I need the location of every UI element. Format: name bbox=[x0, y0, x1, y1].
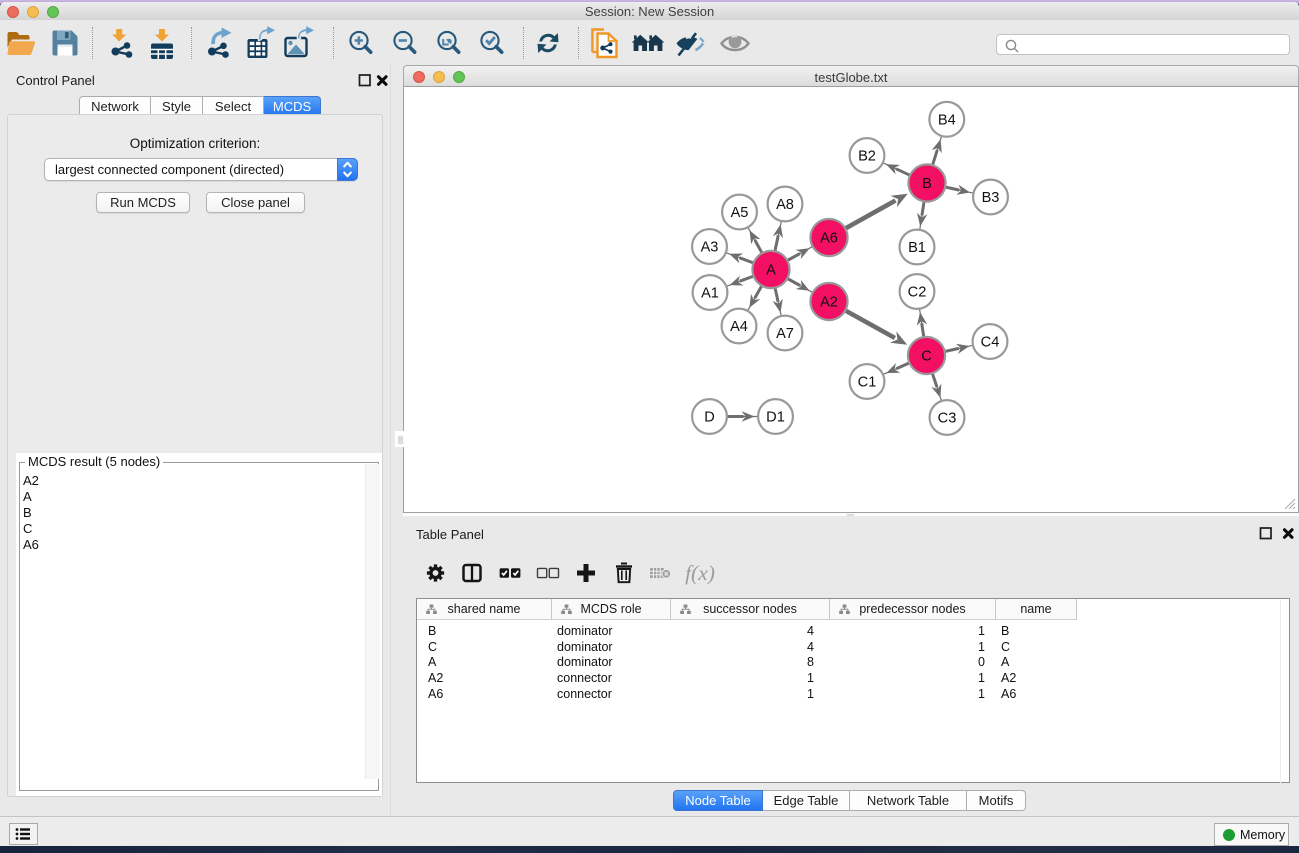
svg-text:B4: B4 bbox=[938, 112, 956, 128]
svg-text:B: B bbox=[922, 176, 932, 192]
svg-text:A1: A1 bbox=[701, 286, 719, 302]
svg-text:A8: A8 bbox=[776, 197, 794, 213]
svg-text:B2: B2 bbox=[858, 149, 876, 165]
svg-text:D: D bbox=[704, 410, 715, 426]
svg-text:C: C bbox=[921, 349, 932, 365]
svg-text:A3: A3 bbox=[701, 240, 719, 256]
svg-text:f(x): f(x) bbox=[685, 561, 715, 585]
svg-text:A6: A6 bbox=[820, 231, 838, 247]
svg-text:C4: C4 bbox=[981, 335, 1000, 351]
svg-text:D1: D1 bbox=[766, 410, 785, 426]
svg-text:A: A bbox=[766, 263, 776, 279]
svg-text:B1: B1 bbox=[908, 240, 926, 256]
svg-text:C2: C2 bbox=[908, 285, 927, 301]
svg-text:C3: C3 bbox=[938, 411, 957, 427]
svg-text:A7: A7 bbox=[776, 326, 794, 342]
svg-text:A4: A4 bbox=[730, 319, 748, 335]
svg-text:C1: C1 bbox=[858, 375, 877, 391]
svg-text:B3: B3 bbox=[982, 190, 1000, 206]
svg-text:A2: A2 bbox=[820, 295, 838, 311]
svg-text:A5: A5 bbox=[731, 205, 749, 221]
